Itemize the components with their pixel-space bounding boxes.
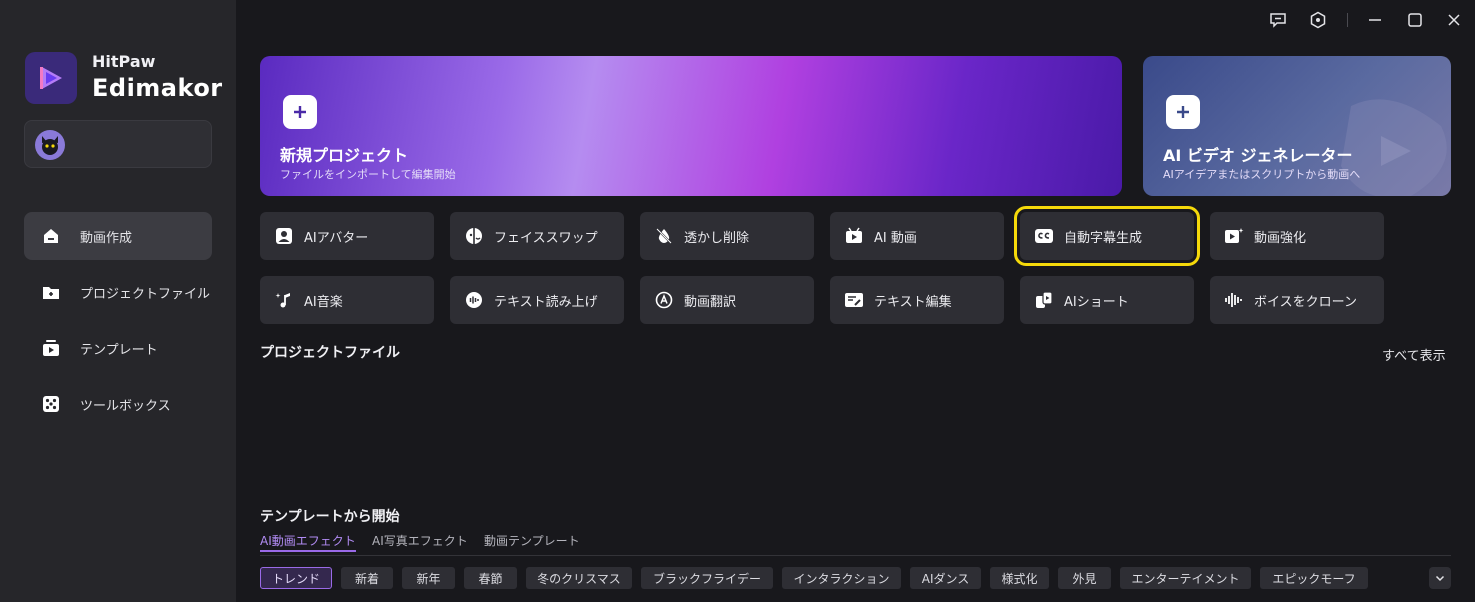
chip-trend[interactable]: トレンド [260, 567, 332, 589]
text-edit-icon [844, 290, 864, 310]
enhance-icon [1224, 226, 1244, 246]
sidebar-item-toolbox[interactable]: ツールボックス [24, 380, 212, 428]
new-project-card[interactable]: 新規プロジェクト ファイルをインポートして編集開始 [260, 56, 1122, 196]
plus-icon [1166, 95, 1200, 129]
tab-divider [260, 555, 1451, 556]
tool-ai-avatar[interactable]: AIアバター [260, 212, 434, 260]
tab-ai-photo-effects[interactable]: AI写真エフェクト [372, 532, 468, 549]
voice-clone-icon [1224, 290, 1244, 310]
new-project-subtitle: ファイルをインポートして編集開始 [280, 168, 456, 181]
ai-video-title: AI ビデオ ジェネレーター [1163, 146, 1353, 165]
tts-icon [464, 290, 484, 310]
brand-name-small: HitPaw [92, 52, 156, 71]
tool-ai-video[interactable]: AI 動画 [830, 212, 1004, 260]
sidebar-item-label: プロジェクトファイル [80, 286, 211, 302]
music-icon [274, 290, 294, 310]
sidebar-item-project-files[interactable]: プロジェクトファイル [24, 268, 212, 316]
settings-icon[interactable] [1307, 9, 1329, 31]
tool-label: 透かし削除 [684, 230, 750, 246]
cc-icon [1034, 226, 1054, 246]
tool-label: 動画翻訳 [684, 294, 737, 310]
chip-black-friday[interactable]: ブラックフライデー [641, 567, 773, 589]
tool-ai-music[interactable]: AI音楽 [260, 276, 434, 324]
tool-label: フェイススワップ [494, 230, 598, 246]
ai-video-icon [844, 226, 864, 246]
chip-appearance[interactable]: 外見 [1058, 567, 1111, 589]
tool-text-edit[interactable]: テキスト編集 [830, 276, 1004, 324]
minimize-icon[interactable] [1364, 9, 1386, 31]
tool-ai-shorts[interactable]: AIショート [1020, 276, 1194, 324]
tool-label: 自動字幕生成 [1064, 230, 1143, 246]
chip-new[interactable]: 新着 [341, 567, 393, 589]
tool-label: ボイスをクローン [1254, 294, 1357, 310]
tool-label: AIショート [1064, 294, 1129, 310]
sidebar-item-label: ツールボックス [80, 398, 171, 414]
folder-icon [40, 281, 62, 303]
sidebar-item-create-video[interactable]: 動画作成 [24, 212, 212, 260]
chip-entertainment[interactable]: エンターテイメント [1120, 567, 1251, 589]
toolbox-icon [40, 393, 62, 415]
sidebar: HitPaw Edimakor 動画作成 プロジェクトファイル テンプレート ツ… [0, 0, 236, 602]
tool-label: AI 動画 [874, 230, 917, 246]
chip-winter-christmas[interactable]: 冬のクリスマス [526, 567, 632, 589]
chip-ai-dance[interactable]: AIダンス [910, 567, 981, 589]
face-swap-icon [464, 226, 484, 246]
sidebar-item-templates[interactable]: テンプレート [24, 324, 212, 372]
chip-epic-morph[interactable]: エピックモーフ [1260, 567, 1368, 589]
tool-video-translate[interactable]: 動画翻訳 [640, 276, 814, 324]
chevron-down-icon[interactable] [1429, 567, 1451, 589]
avatar-icon [274, 226, 294, 246]
watermark-remove-icon [654, 226, 674, 246]
sidebar-item-label: 動画作成 [80, 230, 133, 246]
tool-label: テキスト編集 [874, 294, 952, 310]
edimakor-logo [25, 52, 77, 104]
tool-video-enhance[interactable]: 動画強化 [1210, 212, 1384, 260]
see-all-link[interactable]: すべて表示 [1382, 345, 1446, 364]
avatar[interactable] [35, 130, 65, 160]
window-controls-divider [1347, 13, 1348, 27]
tool-label: AI音楽 [304, 294, 343, 310]
tool-watermark-remove[interactable]: 透かし削除 [640, 212, 814, 260]
tool-auto-subtitle[interactable]: 自動字幕生成 [1014, 206, 1200, 266]
tool-text-to-speech[interactable]: テキスト読み上げ [450, 276, 624, 324]
maximize-icon[interactable] [1404, 9, 1426, 31]
project-files-title: プロジェクトファイル [260, 345, 400, 361]
chip-interaction[interactable]: インタラクション [782, 567, 901, 589]
tab-video-templates[interactable]: 動画テンプレート [484, 532, 580, 549]
shorts-icon [1034, 290, 1054, 310]
tab-ai-video-effects[interactable]: AI動画エフェクト [260, 532, 356, 549]
tool-label: テキスト読み上げ [494, 294, 598, 310]
brand-name-big: Edimakor [92, 74, 223, 102]
new-project-title: 新規プロジェクト [280, 146, 409, 165]
user-account[interactable] [24, 120, 212, 168]
home-icon [40, 225, 62, 247]
template-icon [40, 337, 62, 359]
ai-video-subtitle: AIアイデアまたはスクリプトから動画へ [1163, 168, 1361, 181]
plus-icon [283, 95, 317, 129]
templates-title: テンプレートから開始 [260, 509, 400, 525]
chip-spring-festival[interactable]: 春節 [464, 567, 517, 589]
chip-new-year[interactable]: 新年 [402, 567, 455, 589]
tool-face-swap[interactable]: フェイススワップ [450, 212, 624, 260]
tool-label: AIアバター [304, 230, 369, 246]
close-icon[interactable] [1443, 9, 1465, 31]
feedback-icon[interactable] [1267, 9, 1289, 31]
ai-video-generator-card[interactable]: AI ビデオ ジェネレーター AIアイデアまたはスクリプトから動画へ [1143, 56, 1451, 196]
tool-label: 動画強化 [1254, 230, 1307, 246]
translate-icon [654, 290, 674, 310]
active-tab-indicator [260, 550, 356, 552]
tool-voice-clone[interactable]: ボイスをクローン [1210, 276, 1384, 324]
sidebar-item-label: テンプレート [80, 342, 158, 358]
chip-stylize[interactable]: 様式化 [990, 567, 1049, 589]
